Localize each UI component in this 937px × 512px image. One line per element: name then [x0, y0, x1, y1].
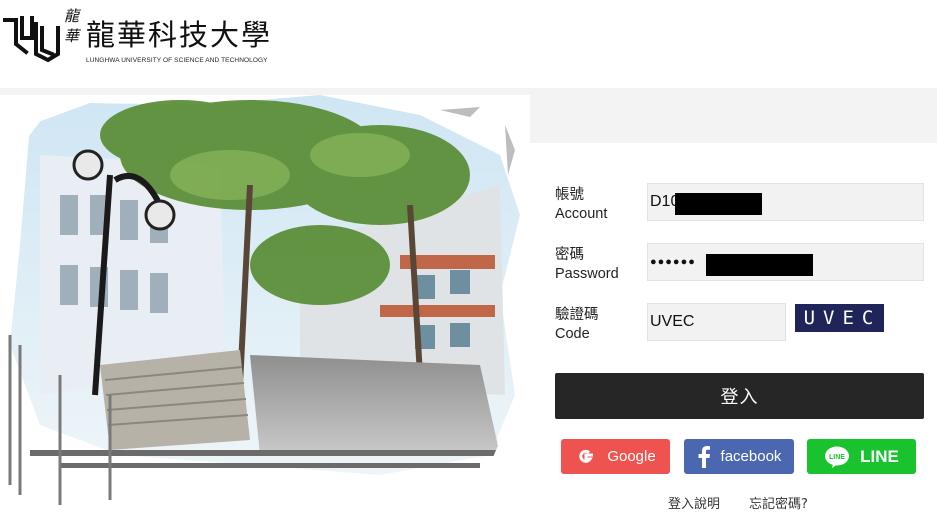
- redaction-block: [706, 254, 813, 276]
- facebook-label: facebook: [720, 448, 782, 465]
- account-label: 帳號 Account: [555, 186, 607, 224]
- code-label-zh: 驗證碼: [555, 307, 599, 323]
- svg-text:LINE: LINE: [829, 454, 845, 461]
- code-value: UVEC: [650, 313, 695, 330]
- account-label-zh: 帳號: [555, 187, 584, 203]
- university-logo: [3, 16, 60, 63]
- line-icon: LINE: [825, 446, 850, 468]
- code-label: 驗證碼 Code: [555, 306, 599, 344]
- google-icon: [579, 449, 594, 463]
- password-label-en: Password: [555, 266, 619, 282]
- campus-photo: [0, 95, 530, 510]
- google-login-button[interactable]: Google: [561, 439, 670, 474]
- password-label-zh: 密碼: [555, 247, 584, 263]
- password-value: ●●●●●●: [650, 256, 696, 268]
- header: 龍華 龍華科技大學 LUNGHWA UNIVERSITY OF SCIENCE …: [0, 0, 937, 88]
- captcha-image[interactable]: UVEC: [795, 304, 884, 332]
- facebook-login-button[interactable]: facebook: [684, 439, 794, 474]
- forgot-password-link[interactable]: 忘記密碼?: [749, 493, 808, 512]
- password-label: 密碼 Password: [555, 246, 619, 284]
- logo-calligraphy: 龍華: [64, 7, 80, 45]
- line-label: LINE: [860, 446, 899, 466]
- code-input[interactable]: UVEC: [647, 303, 786, 341]
- school-name: 龍華科技大學: [86, 18, 273, 52]
- code-label-en: Code: [555, 326, 590, 342]
- login-button[interactable]: 登入: [555, 373, 924, 419]
- redaction-block: [675, 193, 762, 215]
- account-label-en: Account: [555, 206, 608, 222]
- line-login-button[interactable]: LINE LINE: [807, 439, 916, 474]
- school-name-english: LUNGHWA UNIVERSITY OF SCIENCE AND TECHNO…: [86, 57, 268, 64]
- facebook-icon: [698, 445, 710, 468]
- login-help-link[interactable]: 登入說明: [668, 493, 720, 512]
- google-label: Google: [607, 448, 656, 465]
